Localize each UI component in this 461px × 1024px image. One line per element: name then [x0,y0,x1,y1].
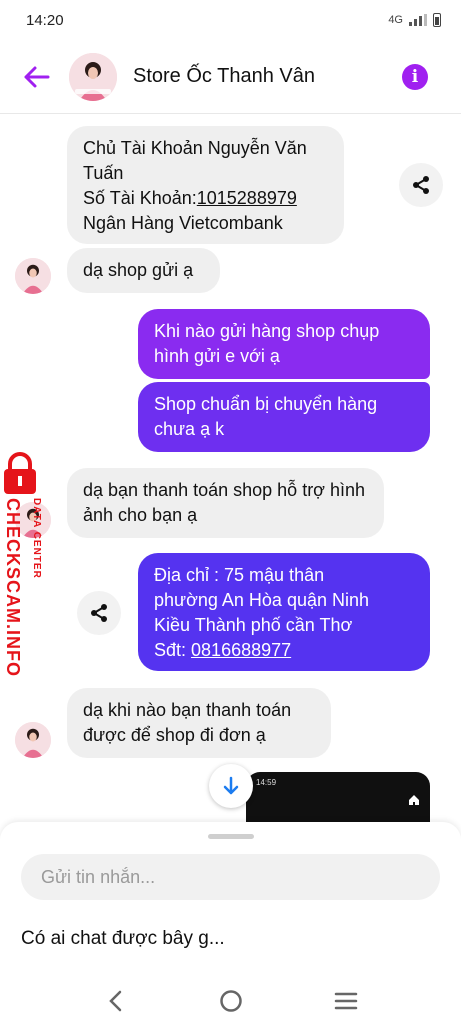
message-bubble[interactable]: Shop chuẩn bị chuyển hàng chưa ạ k [138,382,430,452]
thumb-status-time: 14:59 [256,778,277,787]
lock-icon [4,452,36,494]
watermark: DATA CENTER CHECKSCAM.INFO [0,452,52,682]
home-icon [408,794,420,808]
network-label: 4G [388,14,403,26]
info-icon[interactable]: i [402,64,428,90]
nav-back-icon[interactable] [100,986,130,1016]
message-line: Kiều Thành phố cần Thơ [154,615,353,635]
message-line: phường An Hòa quận Ninh [154,590,370,610]
phone-label: Sđt: [154,640,192,660]
message-line: Tuấn [83,163,124,183]
message-list[interactable]: Chủ Tài Khoản Nguyễn Văn Tuấn Số Tài Kho… [0,114,461,824]
message-line: Ngân Hàng Vietcombank [83,213,283,233]
nav-menu-icon[interactable] [331,986,361,1016]
message-line: Địa chỉ : 75 mậu thân [154,565,325,585]
avatar[interactable] [15,258,51,294]
message-line: Chủ Tài Khoản Nguyễn Văn [83,138,307,158]
chat-header: Store Ốc Thanh Vân i [0,40,461,114]
signal-icon [409,14,427,26]
phone-number-link[interactable]: 0816688977 [191,640,291,660]
watermark-line1: DATA CENTER [31,498,42,579]
message-bubble[interactable]: Khi nào gửi hàng shop chụp hình gửi e vớ… [138,309,430,379]
message-line: Sđt: 0816688977 [154,638,414,663]
status-time: 14:20 [26,11,64,29]
account-number-link[interactable]: 1015288979 [197,188,297,208]
message-line: Số Tài Khoản:1015288979 [83,186,328,211]
message-bubble[interactable]: dạ shop gửi ạ [67,248,220,293]
sheet-handle[interactable] [208,834,254,839]
composer-sheet: Có ai chat được bây g... [0,822,461,1024]
share-icon[interactable] [77,591,121,635]
watermark-line2: CHECKSCAM.INFO [3,498,23,677]
nav-home-icon[interactable] [216,986,246,1016]
message-bubble[interactable]: dạ bạn thanh toán shop hỗ trợ hình ảnh c… [67,468,384,538]
system-nav-bar [0,978,461,1024]
message-input[interactable] [21,854,440,900]
avatar[interactable] [69,52,117,101]
account-label: Số Tài Khoản: [83,188,197,208]
battery-icon [433,13,441,27]
arrow-down-icon[interactable] [209,764,253,808]
status-icons: 4G [388,13,441,27]
avatar[interactable] [15,722,51,758]
message-bubble[interactable]: dạ khi nào bạn thanh toán được để shop đ… [67,688,331,758]
share-icon[interactable] [399,163,443,207]
message-bubble-address[interactable]: Địa chỉ : 75 mậu thân phường An Hòa quận… [138,553,430,671]
suggested-reply[interactable]: Có ai chat được bây g... [21,928,225,950]
message-bubble-bank-info[interactable]: Chủ Tài Khoản Nguyễn Văn Tuấn Số Tài Kho… [67,126,344,244]
contact-name[interactable]: Store Ốc Thanh Vân [133,65,315,88]
status-bar: 14:20 4G [0,0,461,40]
back-arrow-icon[interactable] [21,62,51,92]
